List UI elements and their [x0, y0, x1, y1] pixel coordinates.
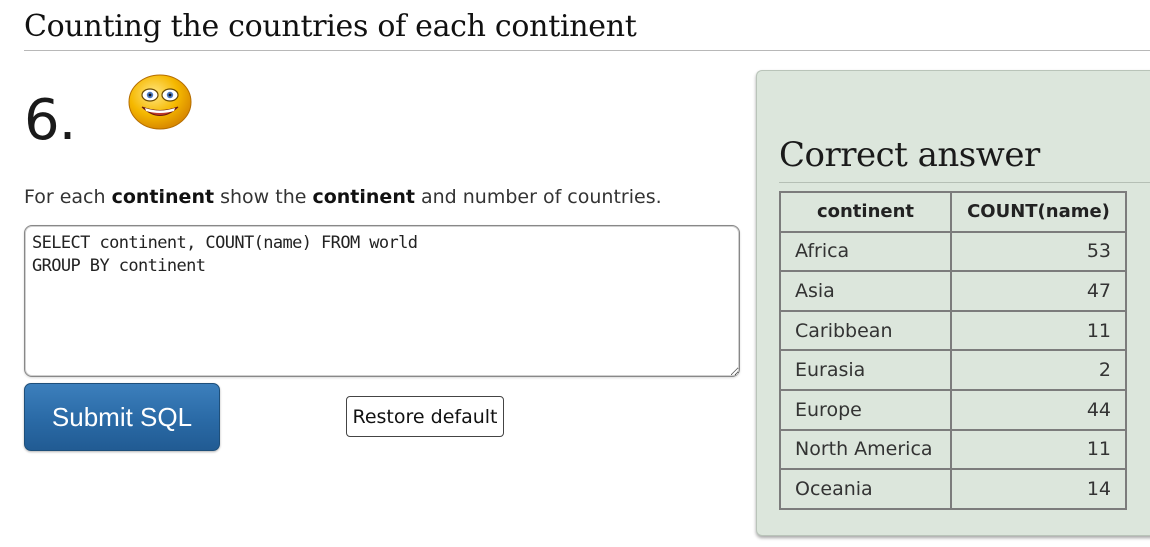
- question-number: 6.: [24, 88, 76, 153]
- smiley-face-icon: [128, 74, 192, 130]
- restore-default-button[interactable]: Restore default: [346, 396, 504, 437]
- table-row: Eurasia 2: [779, 349, 1127, 391]
- column-header-count: COUNT(name): [950, 191, 1127, 233]
- cell-continent: Africa: [779, 230, 952, 273]
- cell-continent: Asia: [779, 270, 952, 312]
- answer-title: Correct answer: [779, 135, 1040, 175]
- cell-continent: Eurasia: [779, 349, 952, 391]
- cell-count: 44: [950, 388, 1127, 431]
- title-divider: [24, 50, 1150, 51]
- cell-count: 2: [950, 349, 1127, 391]
- question-fragment: show the: [214, 186, 313, 208]
- cell-continent: Europe: [779, 388, 952, 431]
- table-row: Oceania 14: [779, 468, 1127, 510]
- table-row: Europe 44: [779, 388, 1127, 431]
- answer-divider: [779, 182, 1150, 183]
- cell-continent: Oceania: [779, 468, 952, 510]
- correct-answer-panel: Correct answer continent COUNT(name) Afr…: [756, 70, 1150, 536]
- cell-count: 11: [950, 309, 1127, 352]
- cell-count: 14: [950, 468, 1127, 510]
- table-header-row: continent COUNT(name): [779, 191, 1127, 233]
- question-keyword: continent: [312, 186, 415, 208]
- result-table: continent COUNT(name) Africa 53 Asia 47 Cari…: [779, 191, 1127, 510]
- table-row: Africa 53: [779, 230, 1127, 273]
- cell-count: 11: [950, 428, 1127, 471]
- cell-continent: Caribbean: [779, 309, 952, 352]
- table-body: Africa 53 Asia 47 Caribbean 11 Eurasia 2 Europe 4…: [779, 230, 1127, 510]
- question-fragment: and number of countries.: [414, 186, 662, 208]
- page: Counting the countries of each continent…: [0, 0, 1150, 547]
- table-row: North America 11: [779, 428, 1127, 471]
- cell-count: 53: [950, 230, 1127, 273]
- submit-sql-button[interactable]: Submit SQL: [24, 383, 220, 451]
- cell-continent: North America: [779, 428, 952, 471]
- sql-editor[interactable]: SELECT continent, COUNT(name) FROM world…: [24, 225, 740, 377]
- column-header-continent: continent: [779, 191, 952, 233]
- cell-count: 47: [950, 270, 1127, 312]
- question-keyword: continent: [111, 186, 215, 208]
- question-fragment: For each: [24, 186, 112, 208]
- page-title: Counting the countries of each continent: [24, 9, 637, 44]
- table-row: Asia 47: [779, 270, 1127, 312]
- table-row: Caribbean 11: [779, 309, 1127, 352]
- question-text: For each continent show the continent an…: [24, 186, 662, 208]
